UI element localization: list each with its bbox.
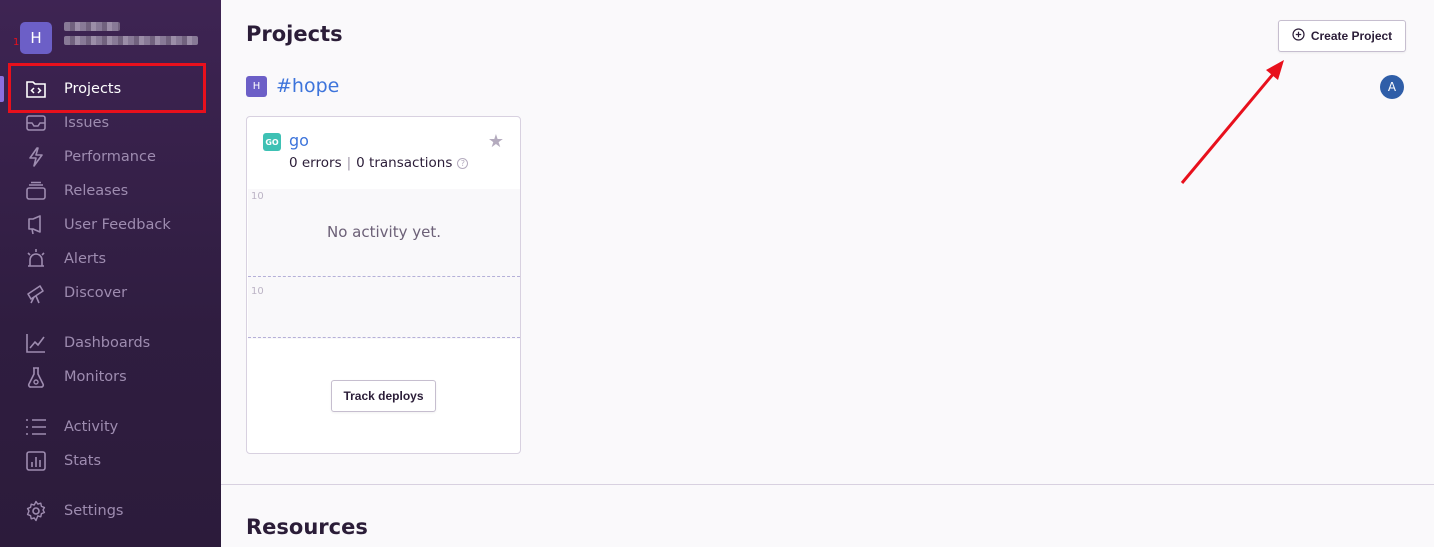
sidebar-item-discover[interactable]: Discover	[0, 276, 221, 310]
project-activity-chart: 10 No activity yet. 10	[248, 189, 520, 339]
gear-icon	[24, 499, 48, 523]
chart-tick-label: 10	[251, 286, 264, 297]
create-project-label: Create Project	[1310, 29, 1393, 43]
star-icon[interactable]: ★	[488, 131, 504, 152]
sidebar-item-label: Alerts	[64, 251, 107, 267]
resources-heading: Resources	[246, 515, 368, 539]
track-deploys-button[interactable]: Track deploys	[331, 380, 436, 412]
sidebar-item-label: Issues	[64, 115, 110, 131]
sidebar-item-dashboards[interactable]: Dashboards	[0, 326, 221, 360]
stack-icon	[24, 179, 48, 203]
sidebar-item-label: Activity	[64, 419, 119, 435]
transactions-count[interactable]: 0 transactions	[356, 155, 452, 171]
team-avatar: H	[246, 75, 267, 97]
siren-icon	[24, 247, 48, 271]
flask-icon	[24, 365, 48, 389]
sidebar-item-performance[interactable]: Performance	[0, 140, 221, 174]
sidebar-item-label: Dashboards	[64, 335, 151, 351]
question-icon[interactable]: ?	[457, 157, 469, 169]
sidebar-item-settings[interactable]: Settings	[0, 494, 221, 528]
graph-icon	[24, 331, 48, 355]
team-name-link[interactable]: #hope	[276, 75, 339, 97]
org-avatar[interactable]: H	[20, 22, 52, 54]
telescope-icon	[24, 281, 48, 305]
page-title: Projects	[246, 22, 343, 46]
org-name-redacted	[64, 22, 198, 50]
sidebar-item-label: Releases	[64, 183, 129, 199]
sidebar-item-releases[interactable]: Releases	[0, 174, 221, 208]
empty-state-message: No activity yet.	[327, 223, 441, 241]
sidebar-item-label: Monitors	[64, 369, 127, 385]
sidebar-item-label: User Feedback	[64, 217, 171, 233]
team-header: H #hope	[246, 75, 339, 97]
project-name-link[interactable]: go	[289, 131, 309, 150]
project-card-header: GO go ★ 0 errors | 0 transactions ?	[247, 117, 520, 189]
sidebar-item-label: Performance	[64, 149, 156, 165]
member-avatar[interactable]: A	[1380, 75, 1404, 99]
list-icon	[24, 415, 48, 439]
sidebar-item-label: Discover	[64, 285, 128, 301]
sidebar-item-activity[interactable]: Activity	[0, 410, 221, 444]
sidebar-item-stats[interactable]: Stats	[0, 444, 221, 478]
org-switcher[interactable]: H	[20, 22, 198, 54]
sidebar-item-alerts[interactable]: Alerts	[0, 242, 221, 276]
project-card: GO go ★ 0 errors | 0 transactions ? 10 N…	[246, 116, 521, 454]
chart-tick-label: 10	[251, 191, 264, 202]
sidebar-item-monitors[interactable]: Monitors	[0, 360, 221, 394]
sidebar-item-user-feedback[interactable]: User Feedback	[0, 208, 221, 242]
megaphone-icon	[24, 213, 48, 237]
go-icon: GO	[263, 133, 281, 151]
section-divider	[221, 484, 1434, 485]
sidebar: H 1 Projects Issues Performance Releases…	[0, 0, 221, 547]
sidebar-item-label: Settings	[64, 503, 124, 519]
inbox-icon	[24, 111, 48, 135]
errors-count[interactable]: 0 errors	[289, 155, 342, 171]
chart-baseline	[248, 337, 520, 338]
main-content: Projects Create Project H #hope A GO go …	[221, 0, 1434, 547]
bar-chart-icon	[24, 449, 48, 473]
create-project-button[interactable]: Create Project	[1278, 20, 1406, 52]
plus-circle-icon	[1292, 28, 1305, 44]
annotation-number: 1	[13, 37, 20, 48]
annotation-highlight-box	[8, 63, 206, 113]
chart-baseline	[248, 276, 520, 277]
lightning-icon	[24, 145, 48, 169]
project-stats: 0 errors | 0 transactions ?	[289, 155, 469, 171]
sidebar-item-label: Stats	[64, 453, 102, 469]
